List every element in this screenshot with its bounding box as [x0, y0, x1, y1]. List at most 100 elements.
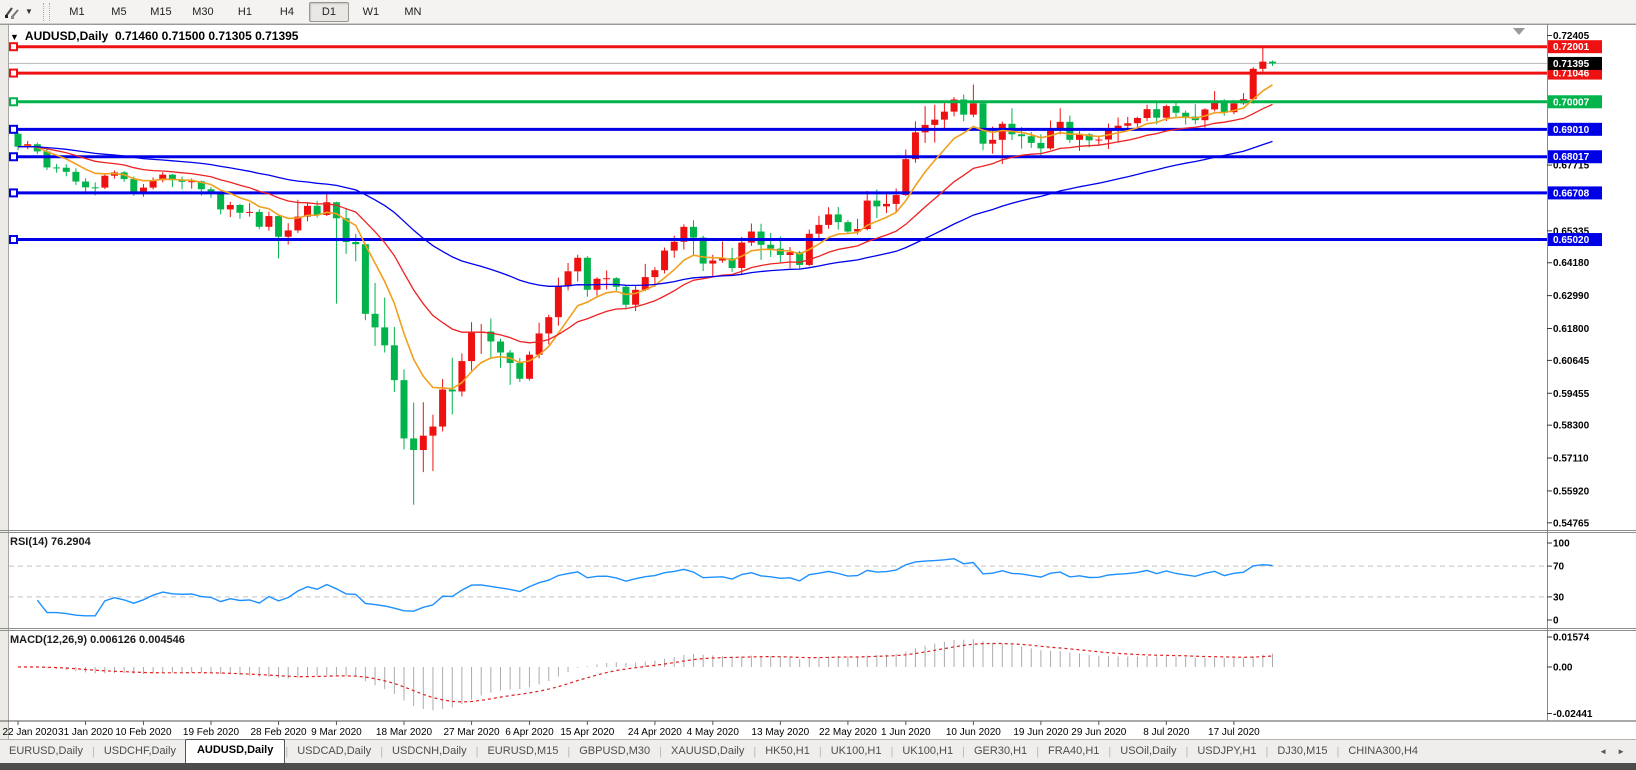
price-tick-label: 0.64180: [1553, 258, 1590, 269]
chart-tab-ger30-h1[interactable]: GER30,H1: [965, 741, 1036, 763]
chart-tab-xauusd-daily[interactable]: XAUUSD,Daily: [662, 741, 753, 763]
time-tick-label: 8 Jul 2020: [1143, 727, 1190, 738]
chart-window: 22 Jan 202031 Jan 202010 Feb 2020 19 Feb …: [0, 24, 1636, 739]
timeframe-button-mn[interactable]: MN: [393, 2, 433, 22]
price-tick-label: 0.55920: [1553, 486, 1590, 497]
time-tick-label: 1 Jun 2020: [881, 727, 931, 738]
chart-tab-uk100-h1[interactable]: UK100,H1: [893, 741, 962, 763]
line-handle[interactable]: [10, 189, 17, 196]
line-handle[interactable]: [10, 126, 17, 133]
chart-tab-usdchf-daily[interactable]: USDCHF,Daily: [95, 741, 185, 763]
macd-axis-label: 0.01574: [1553, 633, 1590, 644]
macd-current-values: 0.006126 0.004546: [90, 634, 185, 646]
candle: [256, 209, 263, 229]
time-tick-label: 6 Apr 2020: [505, 727, 554, 738]
chart-tab-uk100-h1[interactable]: UK100,H1: [822, 741, 891, 763]
draw-tool-icon[interactable]: [3, 3, 23, 21]
chart-tab-dj30-m15[interactable]: DJ30,M15: [1268, 741, 1336, 763]
time-tick-label: 22 May 2020: [819, 727, 877, 738]
tool-dropdown-caret-icon[interactable]: ▼: [25, 7, 33, 16]
rsi-axis-label: 0: [1553, 616, 1559, 627]
candle: [980, 101, 987, 150]
chart-tab-bar: EURUSD,Daily|USDCHF,DailyAUDUSD,Daily|US…: [0, 739, 1636, 763]
chart-tab-hk50-h1[interactable]: HK50,H1: [756, 741, 819, 763]
chart-tab-usdjpy-h1[interactable]: USDJPY,H1: [1188, 741, 1265, 763]
timeframe-button-h1[interactable]: H1: [225, 2, 265, 22]
toolbar-grip[interactable]: [43, 3, 50, 21]
candle: [101, 174, 108, 189]
line-price-label: 0.70007: [1553, 97, 1590, 108]
price-tick-label: 0.62990: [1553, 291, 1590, 302]
time-tick-label: 27 Mar 2020: [443, 727, 500, 738]
timeframe-button-w1[interactable]: W1: [351, 2, 391, 22]
time-tick-label: 22 Jan 2020: [2, 727, 57, 738]
time-tick-label: 15 Apr 2020: [560, 727, 614, 738]
chart-tab-china300-h4[interactable]: CHINA300,H4: [1339, 741, 1427, 763]
line-handle[interactable]: [10, 70, 17, 77]
time-tick-label: 18 Mar 2020: [376, 727, 433, 738]
price-tick-label: 0.60645: [1553, 356, 1590, 367]
line-price-label: 0.68017: [1553, 152, 1590, 163]
time-tick-label: 9 Mar 2020: [311, 727, 362, 738]
time-tick-label: 24 Apr 2020: [628, 727, 682, 738]
tab-scroll-right-icon[interactable]: ►: [1612, 747, 1630, 756]
time-tick-label: 19 Jun 2020: [1013, 727, 1068, 738]
macd-indicator-label: MACD(12,26,9) 0.006126 0.004546: [10, 634, 185, 646]
time-tick-label: 13 May 2020: [751, 727, 809, 738]
time-tick-label: 10 Feb 2020: [115, 727, 172, 738]
chart-tab-usdcnh-daily[interactable]: USDCNH,Daily: [383, 741, 476, 763]
time-tick-label: 19 Feb 2020: [183, 727, 240, 738]
collapse-chart-icon[interactable]: ▼: [10, 32, 19, 42]
chart-tab-eurusd-m15[interactable]: EURUSD,M15: [478, 741, 567, 763]
time-tick-label: 10 Jun 2020: [946, 727, 1001, 738]
timeframe-button-m15[interactable]: M15: [141, 2, 181, 22]
chart-tab-usoil-daily[interactable]: USOil,Daily: [1111, 741, 1185, 763]
chart-tab-usdcad-daily[interactable]: USDCAD,Daily: [288, 741, 380, 763]
price-tick-label: 0.61800: [1553, 324, 1590, 335]
macd-axis-label: -0.02441: [1553, 709, 1593, 720]
rsi-axis-label: 70: [1553, 562, 1565, 573]
rsi-indicator-label: RSI(14) 76.2904: [10, 536, 91, 548]
line-handle[interactable]: [10, 236, 17, 243]
chart-tab-fra40-h1[interactable]: FRA40,H1: [1039, 741, 1108, 763]
time-tick-label: 29 Jun 2020: [1071, 727, 1126, 738]
timeframe-button-m5[interactable]: M5: [99, 2, 139, 22]
chart-symbol-label: AUDUSD,Daily: [25, 29, 108, 43]
chart-title: ▼ AUDUSD,Daily 0.71460 0.71500 0.71305 0.…: [10, 29, 298, 43]
rsi-current-value: 76.2904: [51, 536, 91, 548]
rsi-axis-label: 30: [1553, 592, 1565, 603]
toolbar: ▼ M1M5M15M30H1H4D1W1MN: [0, 0, 1636, 24]
line-price-label: 0.65020: [1553, 235, 1590, 246]
line-price-label: 0.71046: [1553, 69, 1590, 80]
current-price-label: 0.71395: [1553, 59, 1590, 70]
tab-scroll-left-icon[interactable]: ◄: [1594, 747, 1612, 756]
chart-ohlc-values: 0.71460 0.71500 0.71305 0.71395: [115, 29, 299, 43]
price-tick-label: 0.59455: [1553, 389, 1590, 400]
chart-tab-audusd-daily[interactable]: AUDUSD,Daily: [185, 739, 285, 764]
timeframe-button-d1[interactable]: D1: [309, 2, 349, 22]
candle: [401, 369, 408, 449]
candle: [526, 351, 533, 380]
time-tick-label: 4 May 2020: [687, 727, 740, 738]
timeframe-button-h4[interactable]: H4: [267, 2, 307, 22]
macd-axis-label: 0.00: [1553, 663, 1573, 674]
timeframe-button-m1[interactable]: M1: [57, 2, 97, 22]
timeframe-button-m30[interactable]: M30: [183, 2, 223, 22]
line-price-label: 0.66708: [1553, 188, 1590, 199]
time-tick-label: 31 Jan 2020: [58, 727, 113, 738]
price-chart[interactable]: 22 Jan 202031 Jan 202010 Feb 2020 19 Feb …: [0, 24, 1636, 739]
line-handle[interactable]: [10, 98, 17, 105]
price-tick-label: 0.58300: [1553, 421, 1590, 432]
tab-scroll-controls: ◄►: [1594, 740, 1636, 763]
price-tick-label: 0.54765: [1553, 518, 1590, 529]
line-handle[interactable]: [10, 43, 17, 50]
price-tick-label: 0.57110: [1553, 454, 1589, 465]
line-price-label: 0.69010: [1553, 125, 1590, 136]
chart-tab-eurusd-daily[interactable]: EURUSD,Daily: [0, 741, 92, 763]
line-handle[interactable]: [10, 153, 17, 160]
line-price-label: 0.72001: [1553, 42, 1590, 53]
rsi-axis-label: 100: [1553, 539, 1570, 550]
candle: [362, 243, 369, 320]
chart-tab-gbpusd-m30[interactable]: GBPUSD,M30: [570, 741, 659, 763]
time-tick-label: 28 Feb 2020: [250, 727, 307, 738]
